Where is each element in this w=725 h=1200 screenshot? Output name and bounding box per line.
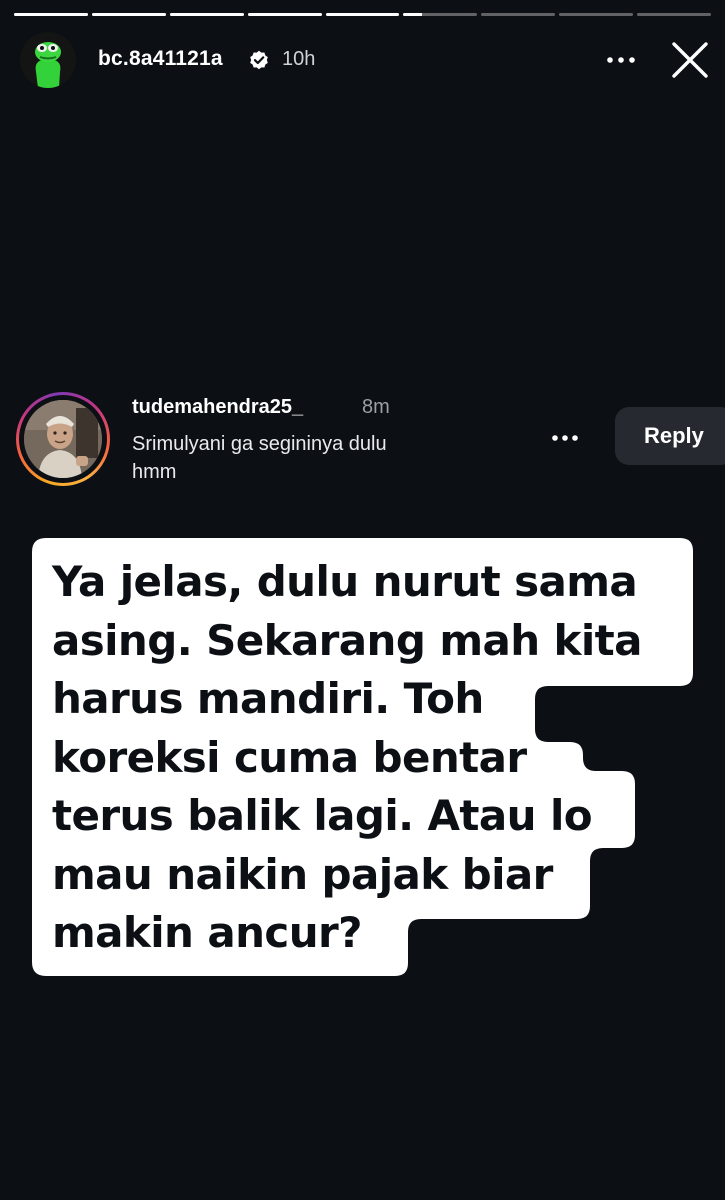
progress-segment [91, 13, 166, 16]
progress-segment [637, 13, 712, 16]
sticker-line: asing. Sekarang mah kita [52, 615, 643, 665]
sticker-line: terus balik lagi. Atau lo [52, 791, 593, 840]
progress-segment [169, 13, 244, 16]
reply-comment: tudemahendra25_ 8m Srimulyani ga seginin… [0, 390, 725, 500]
sticker-line: Ya jelas, dulu nurut sama [52, 557, 638, 606]
sticker-line: harus mandiri. Toh [52, 674, 484, 723]
progress-segment-fill [325, 13, 400, 16]
verified-badge-icon [250, 50, 268, 70]
commenter-avatar[interactable] [16, 392, 110, 486]
progress-segment [325, 13, 400, 16]
story-header: bc.8a41121a 10h [20, 32, 710, 90]
progress-segment-fill [247, 13, 322, 16]
pepe-avatar-image [20, 32, 76, 88]
reply-text-sticker: Ya jelas, dulu nurut sama asing. Sekaran… [32, 538, 697, 978]
comment-timestamp: 8m [362, 396, 390, 418]
close-icon[interactable] [670, 40, 710, 80]
comment-text: Srimulyani ga segininya dulu hmm [132, 433, 387, 483]
sticker-line: koreksi cuma bentar [52, 732, 527, 782]
story-progress-bar [14, 13, 712, 17]
author-username[interactable]: bc.8a41121a [98, 47, 223, 71]
more-horizontal-icon[interactable] [606, 56, 636, 64]
progress-segment [481, 13, 556, 16]
sticker-text: Ya jelas, dulu nurut sama asing. Sekaran… [52, 553, 643, 963]
author-avatar[interactable] [20, 32, 76, 88]
progress-segment-fill [91, 13, 166, 16]
progress-segment [247, 13, 322, 16]
progress-segment [14, 13, 88, 16]
progress-segment-fill [403, 13, 422, 16]
reply-button[interactable]: Reply [615, 407, 725, 465]
more-horizontal-icon[interactable] [551, 434, 579, 442]
progress-segment [403, 13, 478, 16]
sticker-line: mau naikin pajak biar [52, 849, 553, 899]
sticker-line: makin ancur? [52, 908, 362, 957]
commenter-username[interactable]: tudemahendra25_ [132, 396, 303, 419]
progress-segment-fill [14, 13, 88, 16]
story-timestamp: 10h [282, 48, 316, 70]
child-photo-image [24, 400, 102, 478]
progress-segment [559, 13, 634, 16]
commenter-photo [24, 400, 102, 478]
progress-segment-fill [169, 13, 244, 16]
